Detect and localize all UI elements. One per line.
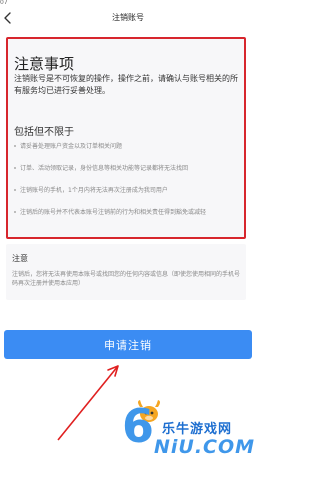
notice-item-list: 请妥善处理账户资金以及订单相关问题 订单、活动领取记录，身份信息等相关功能等记录… [14,142,242,230]
note-title: 注意 [12,254,28,263]
watermark-cn-text: 乐牛游戏网 [162,422,233,437]
status-time: 07 [0,0,8,6]
list-item: 注销账号的手机，1个月内将无法再次注册成为我司用户 [14,186,242,195]
site-watermark: 6 乐牛游戏网 NiU.COM [120,398,256,468]
notice-card: 注意事项 注销账号是不可恢复的操作，操作之前，请确认与账号相关的所有服务均已进行… [6,37,246,239]
list-item: 注销后的账号并不代表本账号注销前的行为和相关责任得到豁免或减轻 [14,208,242,217]
status-bar: 07 [0,0,256,8]
page-title: 注销账号 [112,13,144,22]
watermark-digit: 6 [122,399,155,453]
list-item: 请妥善处理账户资金以及订单相关问题 [14,142,242,151]
note-body: 注销后，您将无法再使用本账号或找回您的任何内容或信息（即使您使用相同的手机号码再… [12,271,241,287]
watermark-en-text: NiU.COM [154,436,256,458]
list-item: 订单、活动领取记录，身份信息等相关功能等记录都将无法找回 [14,164,242,173]
apply-cancellation-button[interactable]: 申请注销 [4,330,252,359]
nav-bar: 注销账号 [0,8,256,30]
notice-description: 注销账号是不可恢复的操作，操作之前，请确认与账号相关的所有服务均已进行妥善处理。 [14,74,238,95]
includes-title: 包括但不限于 [14,127,74,138]
notice-title: 注意事项 [14,55,75,73]
note-card: 注意 注销后，您将无法再使用本账号或找回您的任何内容或信息（即使您使用相同的手机… [6,244,246,300]
